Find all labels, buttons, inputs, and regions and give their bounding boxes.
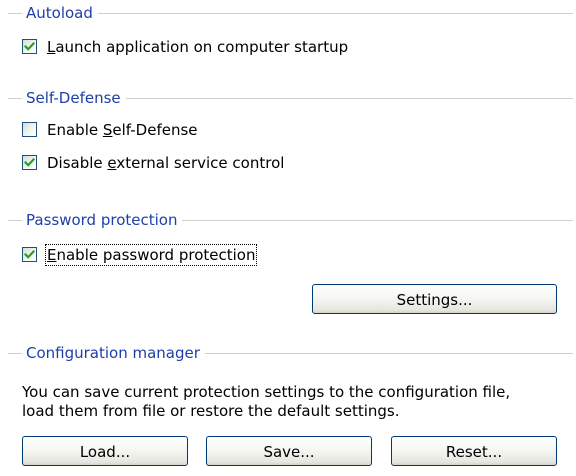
self-defense-group: Self-Defense — [8, 88, 573, 108]
configuration-manager-group-title: Configuration manager — [22, 343, 205, 363]
enable-self-defense-checkbox[interactable] — [22, 122, 37, 137]
checkmark-icon — [24, 157, 35, 167]
configuration-description-line-2: load them from file or restore the defau… — [22, 402, 400, 420]
settings-button[interactable]: Settings... — [312, 284, 557, 314]
checkmark-icon — [24, 41, 35, 51]
password-protection-group-title: Password protection — [22, 210, 183, 230]
disable-external-control-checkbox[interactable] — [22, 155, 37, 170]
enable-password-checkbox[interactable] — [22, 247, 37, 262]
enable-password-label[interactable]: Enable password protection — [44, 244, 258, 266]
reset-button[interactable]: Reset... — [391, 436, 557, 466]
autoload-group: Autoload — [8, 3, 573, 23]
load-button[interactable]: Load... — [22, 436, 188, 466]
configuration-manager-group: Configuration manager — [8, 343, 573, 363]
autoload-group-title: Autoload — [22, 3, 98, 23]
launch-on-startup-label[interactable]: Launch application on computer startup — [47, 38, 348, 56]
launch-on-startup-checkbox[interactable] — [22, 39, 37, 54]
save-button[interactable]: Save... — [206, 436, 372, 466]
self-defense-group-title: Self-Defense — [22, 88, 126, 108]
disable-external-control-label[interactable]: Disable external service control — [47, 154, 284, 172]
checkmark-icon — [24, 249, 35, 259]
enable-self-defense-label[interactable]: Enable Self-Defense — [47, 121, 198, 139]
password-protection-group: Password protection — [8, 210, 573, 230]
configuration-description-line-1: You can save current protection settings… — [22, 383, 511, 401]
